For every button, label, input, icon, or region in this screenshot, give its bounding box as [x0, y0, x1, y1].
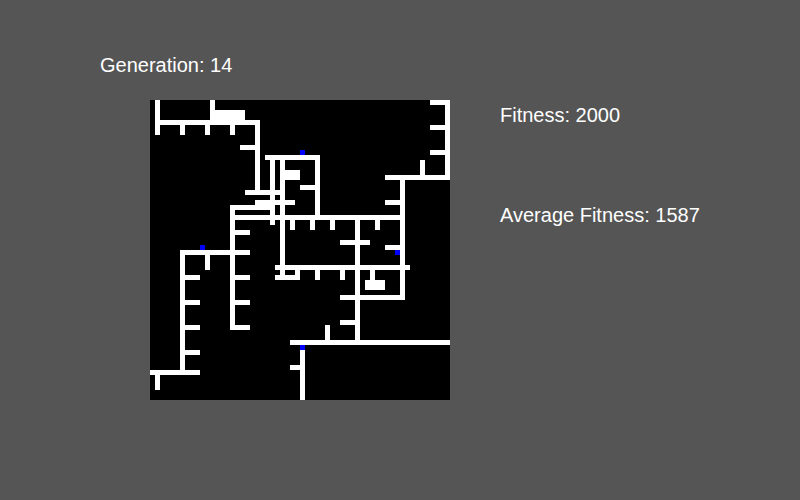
fitness-label: Fitness: 2000 [500, 103, 700, 127]
maze-path [400, 175, 405, 300]
generation-label: Generation: 14 [100, 53, 800, 77]
maze-path [180, 120, 185, 135]
maze-path [180, 300, 200, 305]
maze-path [230, 300, 250, 305]
maze-path [385, 200, 405, 205]
simulation-screen: Generation: 14 Fitness: 2000 Average Fitne… [0, 0, 800, 500]
maze-path [365, 280, 385, 290]
agent-dot [300, 150, 305, 155]
maze-path [325, 325, 330, 345]
maze-path [385, 245, 405, 250]
maze-path [210, 100, 215, 125]
maze-path [370, 265, 375, 280]
maze-path [290, 365, 305, 370]
maze-path [180, 275, 200, 280]
maze-path [300, 185, 320, 190]
maze-path [205, 120, 210, 135]
maze-path [230, 275, 250, 280]
maze-path [230, 230, 250, 235]
maze-path [245, 190, 285, 195]
maze-path [155, 100, 160, 135]
maze-path [155, 370, 160, 390]
agent-dot [200, 245, 205, 250]
maze-path [430, 150, 450, 155]
maze-path [430, 100, 450, 105]
maze-path [280, 160, 285, 280]
agent-dot [300, 345, 305, 350]
maze-path [215, 110, 245, 120]
maze-path [205, 250, 210, 270]
maze-path [290, 215, 295, 230]
maze-path [230, 325, 250, 330]
maze-path [180, 250, 185, 375]
maze-path [430, 125, 450, 130]
maze-path [275, 275, 295, 280]
maze-path [420, 160, 425, 180]
agent-dot [395, 250, 400, 255]
maze-path [230, 205, 235, 330]
maze-path [315, 265, 320, 280]
maze-path [340, 320, 360, 325]
maze-path [285, 170, 300, 180]
maze-path [310, 215, 315, 230]
maze-path [255, 200, 295, 205]
maze-path [340, 295, 405, 300]
maze-path [230, 120, 235, 135]
maze-path [385, 175, 450, 180]
maze-path [355, 215, 360, 345]
maze-path [400, 265, 405, 300]
maze-path [255, 120, 260, 190]
average-fitness-label: Average Fitness: 1587 [500, 203, 700, 227]
maze-path [340, 240, 370, 245]
maze-path [445, 100, 450, 180]
maze-path [180, 325, 200, 330]
maze-path [230, 205, 270, 210]
maze-path [295, 265, 300, 280]
maze-canvas [150, 100, 450, 400]
maze-path [240, 145, 260, 150]
maze-path [375, 215, 380, 230]
maze-path [300, 340, 450, 345]
maze-path [340, 265, 345, 280]
maze-path [180, 350, 200, 355]
maze-path [330, 215, 335, 230]
